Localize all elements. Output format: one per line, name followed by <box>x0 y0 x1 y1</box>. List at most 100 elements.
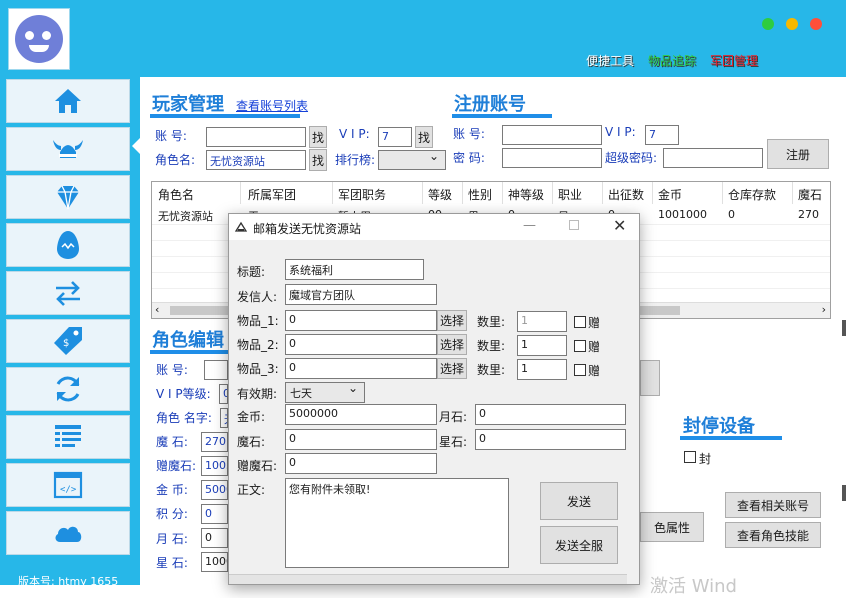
sidebar-item-items[interactable] <box>6 175 130 219</box>
moonstone-label: 月石: <box>439 410 468 424</box>
sidebar-item-refresh[interactable] <box>6 367 130 411</box>
edit-account-input[interactable] <box>204 360 228 380</box>
moonstone-input[interactable]: 0 <box>475 404 626 425</box>
gift3-checkbox[interactable] <box>574 364 586 376</box>
sidebar-item-code[interactable]: </> <box>6 463 130 507</box>
quick-tools-link[interactable]: 便捷工具 <box>586 52 634 69</box>
table-cell[interactable]: 270 <box>798 208 819 221</box>
top-tools: 便捷工具 物品追踪 军团管理 <box>586 52 758 69</box>
starstone-input[interactable]: 0 <box>475 429 626 450</box>
sidebar-item-player[interactable] <box>6 127 130 171</box>
col-sep <box>552 182 553 204</box>
sidebar-item-pricing[interactable]: $ <box>6 319 130 363</box>
col-header[interactable]: 职业 <box>558 186 582 203</box>
edit-name-input[interactable]: 无 <box>220 408 228 428</box>
send-all-button[interactable]: 发送全服 <box>540 526 618 564</box>
col-sep <box>792 182 793 204</box>
edit-gift-stone-input[interactable]: 1003 <box>201 456 228 476</box>
sidebar-item-cloud[interactable] <box>6 511 130 555</box>
col-header[interactable]: 军团职务 <box>338 186 386 203</box>
col-sep <box>652 182 653 204</box>
item2-input[interactable]: 0 <box>285 334 437 355</box>
gift-stone-input[interactable]: 0 <box>285 453 437 474</box>
super-password-input[interactable] <box>663 148 763 168</box>
avatar[interactable] <box>8 8 70 70</box>
expire-select[interactable]: 七天 <box>285 381 365 403</box>
edit-starstone-input[interactable]: 1000 <box>201 552 228 572</box>
dialog-maximize-icon[interactable] <box>569 220 579 230</box>
col-header[interactable]: 等级 <box>428 186 452 203</box>
scroll-left-icon[interactable]: ‹ <box>155 303 159 316</box>
dialog-titlebar[interactable]: 邮箱发送无忧资源站 — ✕ <box>229 214 639 240</box>
col-header[interactable]: 所属军团 <box>248 186 296 203</box>
item1-select-button[interactable]: 选择 <box>437 310 467 331</box>
ban-checkbox[interactable] <box>684 451 696 463</box>
reg-password-input[interactable] <box>502 148 602 168</box>
body-textarea[interactable]: 您有附件未领取! <box>285 478 509 568</box>
table-cell[interactable]: 0 <box>728 208 735 221</box>
col-header[interactable]: 出征数 <box>608 186 644 203</box>
find-role-button[interactable]: 找 <box>309 149 327 171</box>
item3-input[interactable]: 0 <box>285 358 437 379</box>
maximize-button[interactable] <box>786 18 798 30</box>
find-account-button[interactable]: 找 <box>309 126 327 148</box>
col-header[interactable]: 魔石 <box>798 186 822 203</box>
send-button[interactable]: 发送 <box>540 482 618 520</box>
ban-device-title: 封停设备 <box>683 416 755 437</box>
role-name-input[interactable]: 无忧资源站 <box>206 150 306 170</box>
edit-moonstone-input[interactable]: 0 <box>201 528 228 548</box>
view-related-accounts-button[interactable]: 查看相关账号 <box>725 492 821 518</box>
vip-input[interactable]: 7 <box>378 127 412 147</box>
dialog-bottom-strip <box>229 574 627 584</box>
gift1-checkbox[interactable] <box>574 316 586 328</box>
role-attr-button[interactable]: 色属性 <box>640 512 704 542</box>
edit-gold-input[interactable]: 5000 <box>201 480 228 500</box>
version-label: 版本号: htmy 1655 <box>18 575 119 588</box>
scroll-right-icon[interactable]: › <box>822 303 826 316</box>
player-mgmt-title: 玩家管理 <box>152 94 224 115</box>
table-cell[interactable]: 无忧资源站 <box>158 208 213 224</box>
item2-select-button[interactable]: 选择 <box>437 334 467 355</box>
sidebar-item-pets[interactable] <box>6 223 130 267</box>
col-header[interactable]: 性别 <box>468 186 492 203</box>
edit-points-input[interactable]: 0 <box>201 504 228 524</box>
close-button[interactable] <box>810 18 822 30</box>
register-button[interactable]: 注册 <box>767 139 829 169</box>
rank-select[interactable] <box>378 149 446 170</box>
qty1-input[interactable]: 1 <box>517 311 567 332</box>
sidebar-item-home[interactable] <box>6 79 130 123</box>
gold-input[interactable]: 5000000 <box>285 404 437 425</box>
qty3-input[interactable]: 1 <box>517 359 567 380</box>
item3-select-button[interactable]: 选择 <box>437 358 467 379</box>
account-input[interactable] <box>206 127 306 147</box>
col-sep <box>332 182 333 204</box>
qty2-input[interactable]: 1 <box>517 335 567 356</box>
legion-mgmt-link[interactable]: 军团管理 <box>710 52 758 69</box>
sidebar-item-transfer[interactable] <box>6 271 130 315</box>
subject-input[interactable]: 系统福利 <box>285 259 424 280</box>
minimize-button[interactable] <box>762 18 774 30</box>
col-header[interactable]: 神等级 <box>508 186 544 203</box>
view-account-list-link[interactable]: 查看账号列表 <box>236 97 308 114</box>
col-header[interactable]: 金币 <box>658 186 682 203</box>
edit-magicstone-input[interactable]: 270 <box>201 432 228 452</box>
edit-label: 角色 名字: <box>156 411 212 425</box>
reg-account-input[interactable] <box>502 125 602 145</box>
col-header[interactable]: 角色名 <box>158 186 194 203</box>
hidden-button[interactable] <box>640 360 660 396</box>
item1-input[interactable]: 0 <box>285 310 437 331</box>
table-cell[interactable]: 1001000 <box>658 208 707 221</box>
gift2-checkbox[interactable] <box>574 340 586 352</box>
sender-input[interactable]: 魔域官方团队 <box>285 284 437 305</box>
find-vip-button[interactable]: 找 <box>415 126 433 148</box>
dialog-minimize-icon[interactable]: — <box>523 218 536 233</box>
dialog-close-icon[interactable]: ✕ <box>613 216 626 235</box>
reg-vip-input[interactable]: 7 <box>645 125 679 145</box>
magicstone-input[interactable]: 0 <box>285 429 437 450</box>
window-edge <box>842 485 846 501</box>
view-role-skills-button[interactable]: 查看角色技能 <box>725 522 821 548</box>
edit-vip-input[interactable]: 0 <box>219 384 228 404</box>
col-header[interactable]: 仓库存款 <box>728 186 776 203</box>
item-tracking-link[interactable]: 物品追踪 <box>648 52 696 69</box>
sidebar-item-list[interactable] <box>6 415 130 459</box>
